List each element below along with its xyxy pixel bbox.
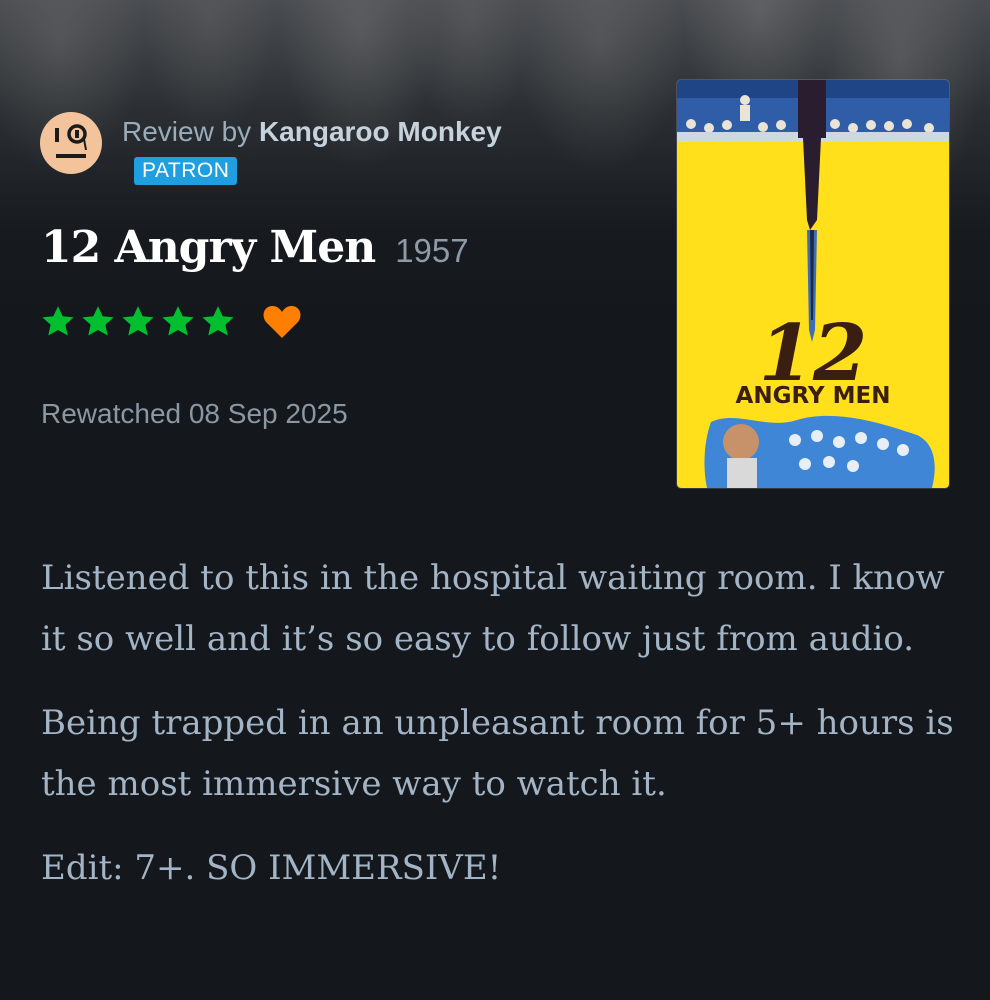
- star-icon: [40, 304, 76, 340]
- rewatched-date: Rewatched 08 Sep 2025: [41, 398, 348, 429]
- avatar[interactable]: [40, 112, 102, 174]
- star-icon: [120, 304, 156, 340]
- film-title-link[interactable]: 12 Angry Men: [41, 222, 376, 273]
- poster-title-words: ANGRY MEN: [736, 383, 891, 409]
- star-icon: [160, 304, 196, 340]
- star-icon: [200, 304, 236, 340]
- author-name-link[interactable]: Kangaroo Monkey: [259, 116, 502, 147]
- review-paragraph: Listened to this in the hospital waiting…: [41, 558, 945, 659]
- star-icon: [80, 304, 116, 340]
- review-body: Listened to this in the hospital waiting…: [41, 548, 961, 922]
- poster-artwork: 12 ANGRY MEN: [677, 80, 949, 488]
- rating-row: [40, 302, 302, 342]
- liked-heart-icon: [263, 305, 301, 338]
- film-heading: 12 Angry Men 1957: [41, 222, 469, 273]
- monocle-face-avatar-icon: [40, 112, 102, 174]
- review-paragraph: Being trapped in an unpleasant room for …: [41, 703, 954, 804]
- film-year-link[interactable]: 1957: [395, 232, 468, 269]
- film-poster[interactable]: 12 ANGRY MEN: [677, 80, 949, 488]
- review-paragraph: Edit: 7+. SO IMMERSIVE!: [41, 848, 502, 888]
- review-byline: Review by Kangaroo Monkey: [122, 116, 502, 148]
- patron-badge: PATRON: [134, 157, 238, 185]
- review-by-prefix: Review by: [122, 116, 252, 147]
